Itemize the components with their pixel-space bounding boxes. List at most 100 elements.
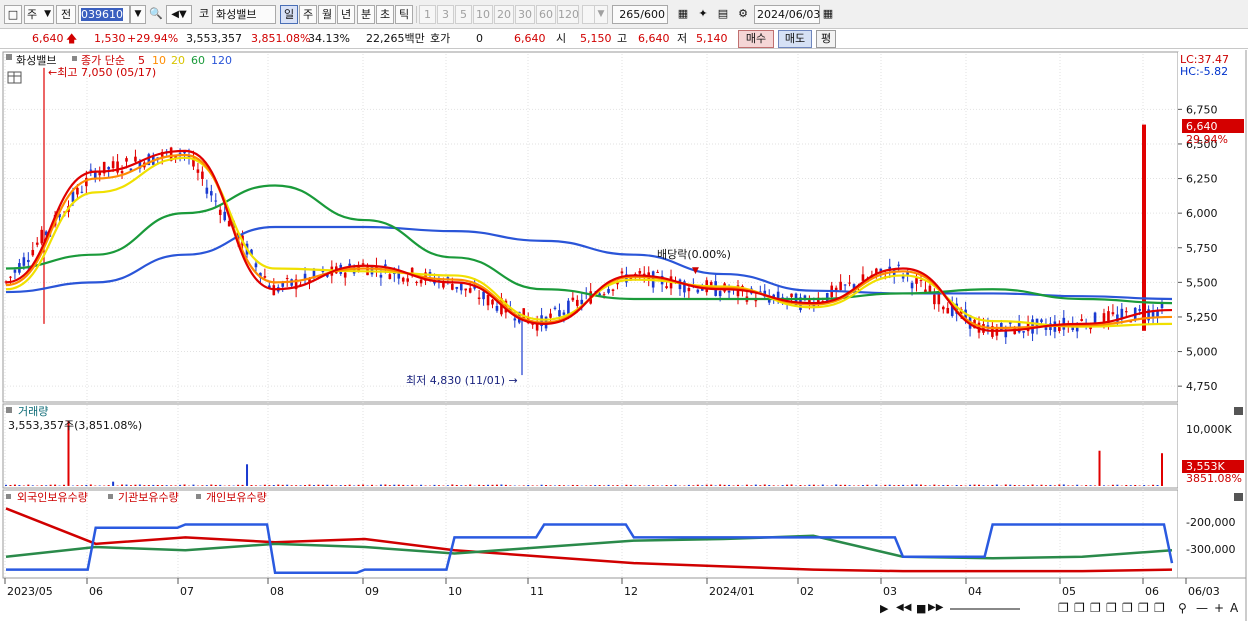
interval-button-30[interactable]: 30 (515, 5, 535, 24)
interval-button-1[interactable]: 1 (419, 5, 436, 24)
volume-bar (531, 485, 534, 486)
interval-button-3[interactable]: 3 (437, 5, 454, 24)
buy-button[interactable]: 매수 (738, 30, 774, 48)
sell-button[interactable]: 매도 (778, 30, 812, 48)
individual-handle-icon[interactable] (196, 494, 201, 499)
volume-bar (455, 484, 458, 486)
volume-bar (732, 485, 735, 486)
stock-code-dropdown[interactable]: ▼ (130, 5, 146, 24)
candle-body (915, 278, 918, 284)
period-button-day[interactable]: 일 (280, 5, 298, 24)
scroll-right-icon[interactable]: ▶ (880, 602, 888, 615)
volume-bar (1031, 484, 1034, 486)
volume-bar (629, 484, 632, 486)
period-button-minute[interactable]: 분 (357, 5, 375, 24)
window-icon-5[interactable]: ❐ (1122, 601, 1133, 615)
zoom-slider[interactable] (950, 608, 1020, 610)
x-tick-label: 06/03 (1188, 585, 1220, 598)
price-panel (2, 51, 1179, 403)
volume-bar (121, 484, 124, 486)
candle-body (406, 278, 409, 282)
save-icon[interactable]: ▤ (714, 5, 732, 24)
window-icon-6[interactable]: ❐ (1138, 601, 1149, 615)
quote-bar: 6,640 🡅 1,530 +29.94% 3,553,357 3,851.08… (0, 29, 1248, 49)
volume-bar (915, 484, 918, 486)
interval-button-20[interactable]: 20 (494, 5, 514, 24)
crosshair-icon[interactable]: ✦ (694, 5, 712, 24)
volume-bar (290, 485, 293, 486)
dividend-note: 배당락(0.00%) (657, 248, 731, 261)
volume-bar (830, 485, 833, 486)
holding-close-icon[interactable] (1234, 493, 1243, 501)
high-note: 최고 7,050 (05/17) (57, 66, 156, 79)
window-icon-2[interactable]: ❐ (1074, 601, 1085, 615)
window-icon-3[interactable]: ❐ (1090, 601, 1101, 615)
text-size-icon[interactable]: A (1230, 601, 1238, 615)
candle-body (459, 283, 463, 291)
stop-icon[interactable]: ■ (916, 602, 926, 615)
volume-percent: 3,851.08% (251, 32, 311, 45)
code-label: 코 (198, 7, 210, 20)
interval-button-10[interactable]: 10 (473, 5, 493, 24)
search-icon[interactable]: 🔍 (148, 5, 164, 24)
period-button-month[interactable]: 월 (318, 5, 336, 24)
holding-handle-icon[interactable] (6, 494, 11, 499)
speaker-icon[interactable]: ◀▼ (166, 5, 192, 24)
calendar-icon[interactable]: ▦ (820, 5, 836, 24)
volume-bar (18, 485, 21, 486)
candle-body (89, 169, 93, 171)
interval-button-120[interactable]: 120 (557, 5, 579, 24)
volume-bar (85, 484, 88, 486)
volume-bar (1143, 485, 1146, 486)
step-back-icon[interactable]: ◀◀ (896, 602, 911, 613)
period-button-tick[interactable]: 틱 (395, 5, 413, 24)
period-type-button[interactable]: 전 (56, 5, 76, 24)
interval-button-5[interactable]: 5 (455, 5, 472, 24)
volume-bar (652, 485, 655, 486)
step-forward-icon[interactable]: ▶▶ (928, 602, 943, 613)
volume-bar (745, 484, 748, 486)
magnify-icon[interactable]: ⚲ (1178, 601, 1187, 615)
period-button-second[interactable]: 초 (376, 5, 394, 24)
eval-button[interactable]: 평 (816, 30, 836, 48)
volume-bar (277, 484, 280, 486)
date-input[interactable]: 2024/06/03 (754, 5, 820, 24)
volume-bar (299, 485, 302, 486)
chart-tools-icon[interactable]: ▦ (674, 5, 692, 24)
count-input[interactable]: 265/600 (612, 5, 668, 24)
volume-bar (286, 484, 289, 486)
count-max: /600 (640, 8, 665, 21)
period-button-week[interactable]: 주 (299, 5, 317, 24)
price-tick-label: 4,750 (1186, 380, 1218, 393)
price-chart[interactable]: 화성밸브 종가 단순 5 10 20 60 120 ←최고 7,050 (05/… (0, 50, 1248, 621)
panel-handle-icon[interactable] (6, 54, 12, 60)
candle-body (1040, 319, 1043, 323)
stock-name-field[interactable]: 화성밸브 (212, 5, 276, 24)
volume-bar (469, 484, 472, 486)
ma-handle-icon[interactable] (72, 56, 77, 61)
gear-icon[interactable]: ⚙ (734, 5, 752, 24)
zoom-in-icon[interactable]: + (1214, 601, 1224, 615)
interval-dropdown[interactable]: ▼ (594, 5, 608, 24)
candle-body (843, 284, 847, 286)
candle-body (839, 281, 842, 291)
candle-body (210, 191, 213, 196)
window-icon-4[interactable]: ❐ (1106, 601, 1117, 615)
window-icon-7[interactable]: ❐ (1154, 601, 1165, 615)
window-icon-1[interactable]: ❐ (1058, 601, 1069, 615)
volume-panel (2, 403, 1179, 489)
volume-bar (1053, 485, 1056, 486)
institution-handle-icon[interactable] (108, 494, 113, 499)
change-value: 1,530 (94, 32, 126, 45)
volume-bar (736, 484, 739, 486)
volume-close-icon[interactable] (1234, 407, 1243, 415)
candle-body (40, 229, 44, 244)
market-select[interactable]: 주 ▼ (24, 5, 54, 24)
volume-handle-icon[interactable] (6, 407, 12, 413)
interval-button-60[interactable]: 60 (536, 5, 556, 24)
stock-code-input[interactable]: 039610 (78, 5, 130, 24)
period-button-year[interactable]: 년 (337, 5, 355, 24)
window-icon[interactable]: □ (4, 5, 22, 24)
volume-bar (616, 485, 619, 486)
zoom-out-icon[interactable]: — (1196, 601, 1208, 615)
